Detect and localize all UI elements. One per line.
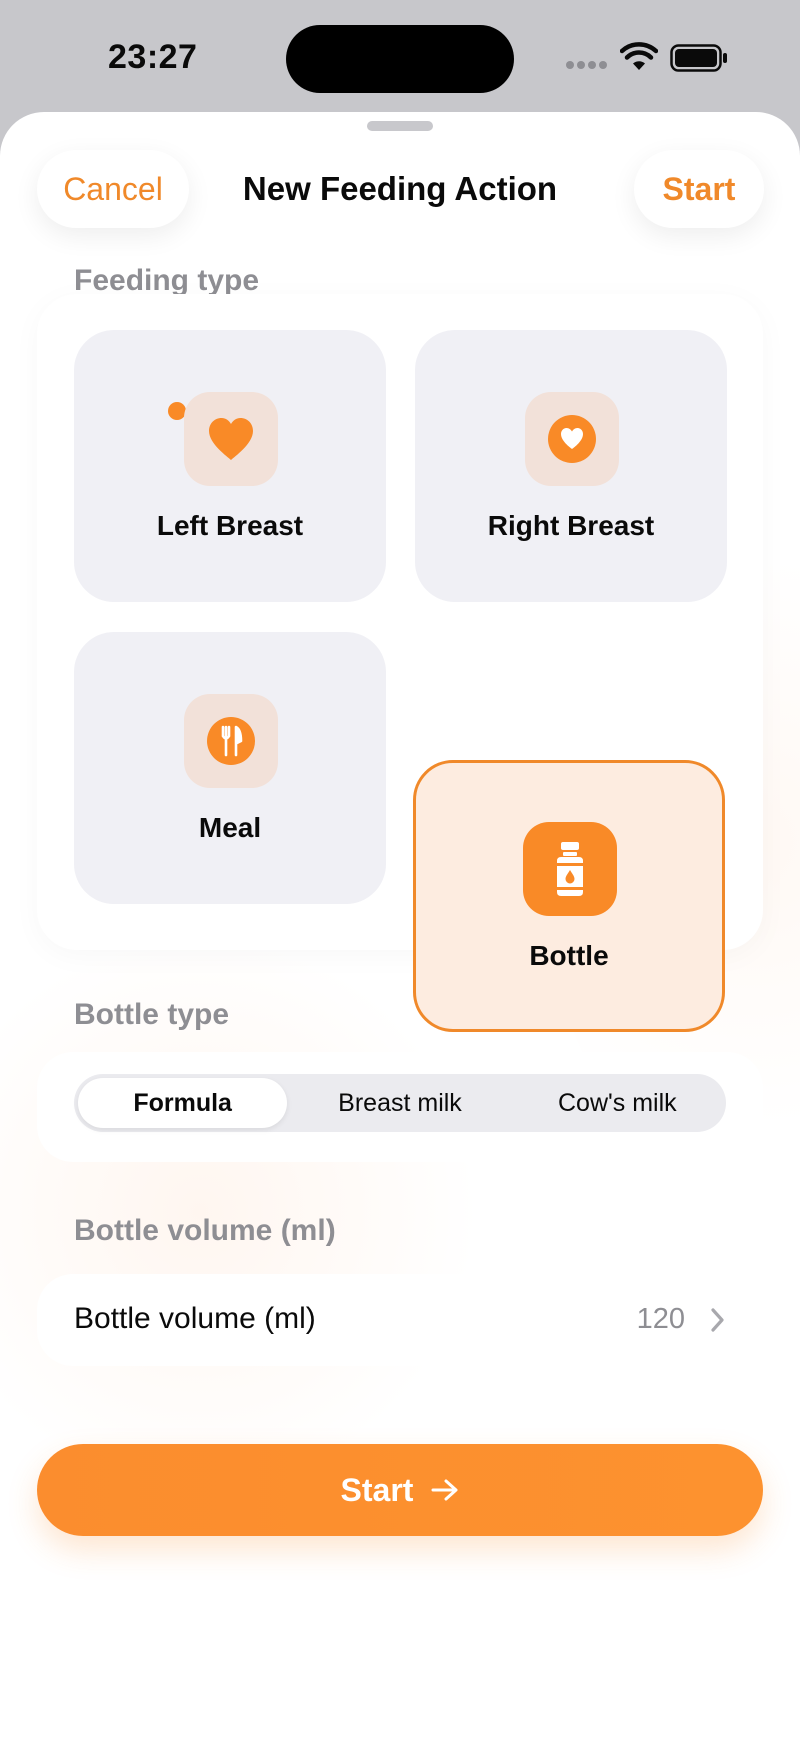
feeding-option-right-breast[interactable]: Right Breast — [415, 330, 727, 602]
sheet-grabber[interactable] — [367, 121, 433, 131]
status-bar: 23:27 — [0, 0, 800, 112]
bottle-volume-section-label: Bottle volume (ml) — [74, 1214, 336, 1247]
heart-icon — [209, 418, 253, 460]
cellular-signal-icon — [566, 61, 608, 69]
bottle-volume-value: 120 — [636, 1303, 685, 1335]
segment-formula[interactable]: Formula — [78, 1078, 288, 1128]
bottle-type-label: Bottle type — [74, 998, 230, 1031]
bottle-icon — [557, 842, 583, 896]
feeding-type-card: Left Breast Right Breast Meal Bottle — [37, 294, 763, 1032]
meal-icon-box — [184, 694, 278, 788]
feeding-sheet: Cancel New Feeding Action Start Feeding … — [0, 112, 800, 1738]
feeding-option-label: Right Breast — [487, 510, 655, 541]
status-time: 23:27 — [108, 38, 198, 76]
battery-icon — [670, 44, 727, 72]
wifi-icon — [620, 42, 658, 70]
segment-cows-milk[interactable]: Cow's milk — [513, 1078, 722, 1128]
start-nav-button[interactable]: Start — [634, 150, 764, 228]
feeding-type-label: Feeding type — [74, 264, 260, 297]
start-button[interactable]: Start — [37, 1444, 763, 1536]
bottle-type-segmented-control: Formula Breast milk Cow's milk — [74, 1074, 726, 1132]
feeding-option-meal[interactable]: Meal — [74, 632, 386, 904]
feeding-option-label: Left Breast — [156, 510, 304, 541]
feeding-option-label: Bottle — [529, 940, 609, 971]
feeding-option-bottle[interactable]: Bottle — [413, 760, 725, 1032]
background-glow — [0, 932, 480, 1492]
feeding-option-left-breast[interactable]: Left Breast — [74, 330, 386, 602]
bottle-volume-row-label: Bottle volume (ml) — [74, 1302, 316, 1335]
left-breast-icon-box — [184, 392, 278, 486]
heart-circle-icon — [548, 415, 596, 463]
fork-knife-icon — [207, 717, 255, 765]
right-breast-icon-box — [525, 392, 619, 486]
segment-breast-milk[interactable]: Breast milk — [295, 1078, 504, 1128]
cancel-button[interactable]: Cancel — [37, 150, 189, 228]
start-button-label: Start — [340, 1471, 414, 1508]
dynamic-island — [286, 25, 514, 93]
chevron-right-icon — [711, 1308, 724, 1332]
arrow-right-icon — [431, 1479, 458, 1501]
bottle-type-card: Formula Breast milk Cow's milk — [37, 1052, 763, 1162]
sheet-title: New Feeding Action — [242, 170, 558, 207]
feeding-option-label: Meal — [198, 812, 262, 843]
bottle-icon-box — [523, 822, 617, 916]
bottle-volume-row[interactable]: Bottle volume (ml) 120 — [37, 1274, 763, 1366]
